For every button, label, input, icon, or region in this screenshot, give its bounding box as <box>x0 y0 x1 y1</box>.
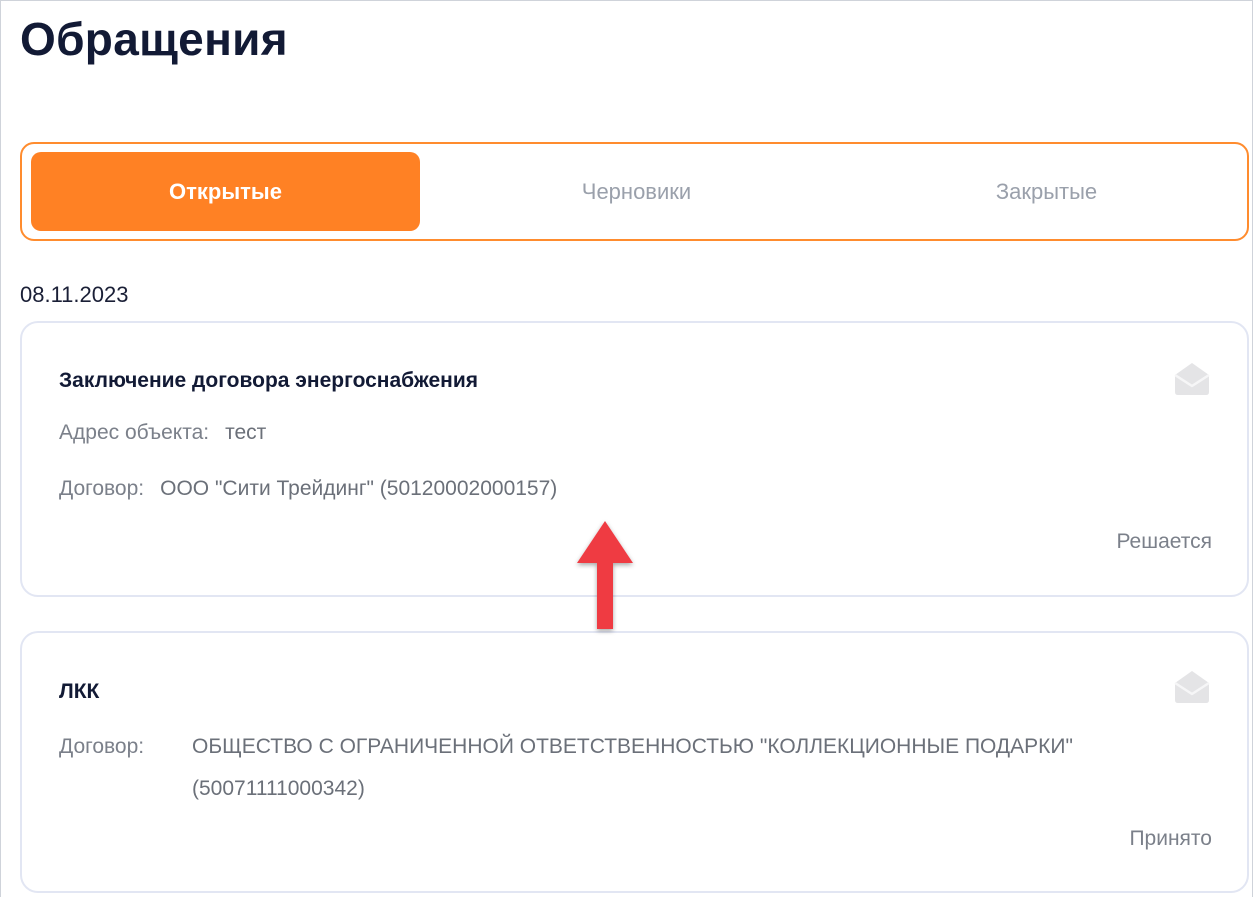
contract-label: Договор: <box>59 477 145 500</box>
contract-field: Договор: ОБЩЕСТВО С ОГРАНИЧЕННОЙ ОТВЕТСТ… <box>59 726 1179 810</box>
status-badge: Принято <box>1129 827 1212 850</box>
contract-value: ОБЩЕСТВО С ОГРАНИЧЕННОЙ ОТВЕТСТВЕННОСТЬЮ… <box>192 735 1073 800</box>
tab-bar: Открытые Черновики Закрытые <box>20 142 1249 241</box>
contract-value: ООО "Сити Трейдинг" (50120002000157) <box>160 477 558 500</box>
envelope-open-icon <box>1174 671 1210 703</box>
page-container: Обращения Открытые Черновики Закрытые 08… <box>0 0 1253 897</box>
tab-drafts[interactable]: Черновики <box>442 152 831 231</box>
date-group-label: 08.11.2023 <box>20 282 129 307</box>
address-value: тест <box>225 421 267 444</box>
tab-closed[interactable]: Закрытые <box>852 152 1241 231</box>
contract-field: Договор: ООО "Сити Трейдинг" (50120002000… <box>59 468 557 510</box>
appeal-card[interactable]: ЛКК Договор: ОБЩЕСТВО С ОГРАНИЧЕННОЙ ОТВ… <box>20 631 1249 893</box>
appeal-card[interactable]: Заключение договора энергоснабжения Адре… <box>20 321 1249 597</box>
address-field: Адрес объекта: тест <box>59 412 266 454</box>
status-badge: Решается <box>1116 530 1212 553</box>
envelope-open-icon <box>1174 363 1210 395</box>
page-title: Обращения <box>20 13 288 65</box>
tab-open[interactable]: Открытые <box>31 152 420 231</box>
address-label: Адрес объекта: <box>59 421 210 444</box>
contract-label: Договор: <box>59 735 145 758</box>
appeal-title: ЛКК <box>59 680 100 703</box>
appeal-title: Заключение договора энергоснабжения <box>59 369 478 392</box>
